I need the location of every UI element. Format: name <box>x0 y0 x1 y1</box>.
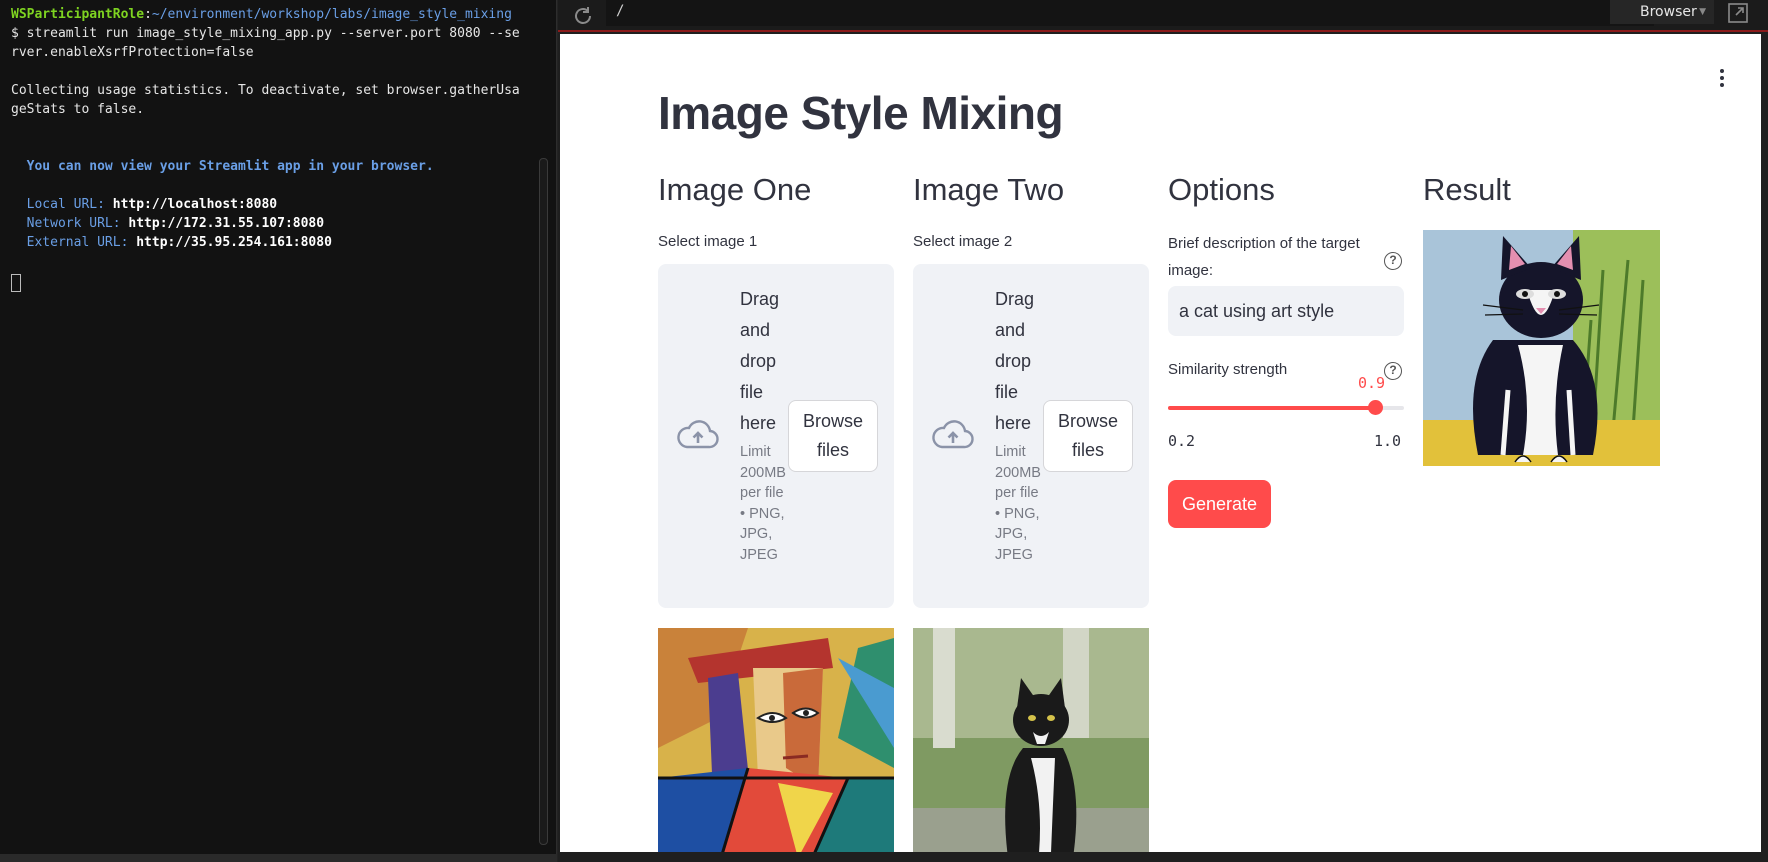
cloud-upload-icon <box>677 420 719 449</box>
column-image-one: Image One Select image 1 Drag and drop f… <box>658 170 894 852</box>
reload-icon[interactable] <box>570 3 596 29</box>
browser-menu-label: Browser <box>1640 4 1697 20</box>
page-title: Image Style Mixing <box>658 87 1064 139</box>
terminal-cursor <box>11 274 21 292</box>
external-url-label: External URL: <box>11 235 129 250</box>
image-two-preview <box>913 628 1149 852</box>
browser-menu-button[interactable]: Browser ▼ <box>1610 0 1714 24</box>
main-menu-icon[interactable] <box>1710 66 1734 90</box>
result-header: Result <box>1423 172 1511 207</box>
column-options: Options Brief description of the target … <box>1168 170 1404 528</box>
local-url[interactable]: http://localhost:8080 <box>113 197 277 212</box>
image-one-preview <box>658 628 894 852</box>
image-one-limit-text: Limit 200MB per file • PNG, JPG, JPEG <box>740 444 786 563</box>
terminal-bottom-bar <box>0 854 557 862</box>
image-one-drag-text: Drag and drop file here <box>740 289 780 433</box>
streamlit-app: Image Style Mixing Image One Select imag… <box>560 34 1761 852</box>
prompt-path: ~/environment/workshop/labs/image_style_… <box>151 7 512 22</box>
description-label: Brief description of the target image: <box>1168 235 1360 279</box>
image-two-browse-button[interactable]: Browse files <box>1043 400 1133 472</box>
image-one-select-label: Select image 1 <box>658 233 758 250</box>
image-one-browse-button[interactable]: Browse files <box>788 400 878 472</box>
url-bar[interactable]: / <box>606 0 1654 26</box>
slider-max-label: 1.0 <box>1374 432 1402 450</box>
slider-min-label: 0.2 <box>1168 432 1196 450</box>
command-line-2: rver.enableXsrfProtection=false <box>11 45 254 60</box>
result-image <box>1423 230 1660 466</box>
similarity-slider-handle[interactable] <box>1367 400 1383 415</box>
terminal-output: WSParticipantRole:~/environment/workshop… <box>11 7 520 250</box>
local-url-label: Local URL: <box>11 197 105 212</box>
description-input[interactable] <box>1168 286 1404 336</box>
ready-message: You can now view your Streamlit app in y… <box>11 159 434 174</box>
similarity-slider-fill <box>1168 406 1375 410</box>
popout-icon[interactable] <box>1724 0 1752 26</box>
chevron-down-icon: ▼ <box>1699 7 1706 17</box>
similarity-label: Similarity strength <box>1168 361 1288 378</box>
image-two-drag-text: Drag and drop file here <box>995 289 1035 433</box>
browser-toolbar: / Browser ▼ <box>558 0 1768 32</box>
image-two-select-label: Select image 2 <box>913 233 1013 250</box>
help-icon[interactable]: ? <box>1384 362 1402 380</box>
generate-button[interactable]: Generate <box>1168 480 1271 528</box>
command-line-1: $ streamlit run image_style_mixing_app.p… <box>11 26 520 41</box>
column-image-two: Image Two Select image 2 Drag and drop f… <box>913 170 1149 852</box>
terminal-scrollbar[interactable] <box>539 158 548 845</box>
slider-current-value: 0.9 <box>1358 374 1386 392</box>
image-one-dropzone[interactable]: Drag and drop file here Limit 200MB per … <box>658 264 894 608</box>
image-one-header: Image One <box>658 172 812 207</box>
browser-pane: / Browser ▼ Image Style Mixing Image One… <box>558 0 1768 862</box>
image-two-header: Image Two <box>913 172 1065 207</box>
prompt-user: WSParticipantRole <box>11 7 145 22</box>
terminal-pane[interactable]: WSParticipantRole:~/environment/workshop… <box>0 0 557 862</box>
stats-line-2: geStats to false. <box>11 102 145 117</box>
stats-line-1: Collecting usage statistics. To deactiva… <box>11 83 520 98</box>
cloud-upload-icon <box>932 420 974 449</box>
help-icon[interactable]: ? <box>1384 252 1402 270</box>
image-two-limit-text: Limit 200MB per file • PNG, JPG, JPEG <box>995 444 1041 563</box>
image-two-dropzone[interactable]: Drag and drop file here Limit 200MB per … <box>913 264 1149 608</box>
network-url[interactable]: http://172.31.55.107:8080 <box>128 216 324 231</box>
column-result: Result <box>1423 170 1660 466</box>
network-url-label: Network URL: <box>11 216 121 231</box>
external-url[interactable]: http://35.95.254.161:8080 <box>136 235 332 250</box>
options-header: Options <box>1168 172 1275 207</box>
